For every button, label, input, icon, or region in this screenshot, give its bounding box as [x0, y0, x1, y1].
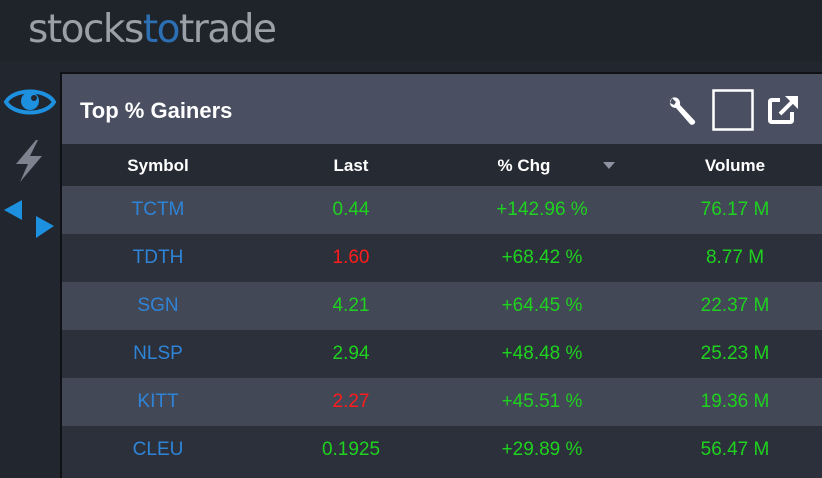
cell-volume: 76.17 M — [700, 199, 770, 220]
cell-chg: +29.89 % — [501, 439, 583, 460]
table-row[interactable]: SGN 4.21 +64.45 % 22.37 M — [62, 282, 822, 330]
cell-volume: 22.37 M — [700, 295, 770, 316]
top-bar: stockstotrade — [0, 0, 822, 62]
top-gainers-panel: Top % Gainers Symbol Last % Chg Volume T… — [60, 72, 822, 478]
cell-last: 2.27 — [332, 391, 370, 412]
eye-icon[interactable] — [0, 80, 60, 124]
panel-title: Top % Gainers — [80, 98, 233, 123]
cell-chg: +64.45 % — [501, 295, 583, 316]
cell-chg: +48.48 % — [501, 343, 583, 364]
cell-chg: +45.51 % — [501, 391, 583, 412]
cell-symbol: CLEU — [132, 439, 184, 460]
stockstotrade-logo[interactable]: stockstotrade — [28, 7, 277, 52]
cell-symbol: TDTH — [132, 247, 184, 268]
table-row[interactable]: CLEU 0.1925 +29.89 % 56.47 M — [62, 426, 822, 474]
logo-text-accent: to — [142, 7, 181, 52]
table-row[interactable]: KITT 2.27 +45.51 % 19.36 M — [62, 378, 822, 426]
logo-text-right: trade — [178, 7, 277, 52]
cell-volume: 25.23 M — [700, 343, 770, 364]
logo-text-left: stocks — [28, 7, 144, 52]
cell-symbol: NLSP — [133, 343, 183, 364]
cell-volume: 19.36 M — [700, 391, 770, 412]
table-row[interactable]: TDTH 1.60 +68.42 % 8.77 M — [62, 234, 822, 282]
cell-symbol: TCTM — [131, 199, 185, 220]
cell-last: 1.60 — [332, 247, 370, 268]
cell-volume: 8.77 M — [705, 247, 765, 268]
cell-last: 2.94 — [332, 343, 370, 364]
popout-icon[interactable] — [766, 92, 802, 128]
column-header-volume[interactable]: Volume — [705, 156, 765, 176]
sort-descending-icon[interactable] — [603, 162, 615, 169]
cell-symbol: SGN — [137, 295, 179, 316]
cell-symbol: KITT — [137, 391, 179, 412]
cell-last: 4.21 — [332, 295, 370, 316]
panel-header: Top % Gainers — [62, 74, 822, 144]
column-header-chg[interactable]: % Chg — [498, 156, 551, 176]
cell-volume: 56.47 M — [700, 439, 770, 460]
table-row[interactable]: NLSP 2.94 +48.48 % 25.23 M — [62, 330, 822, 378]
table-row[interactable]: TCTM 0.44 +142.96 % 76.17 M — [62, 186, 822, 234]
lightning-icon[interactable] — [0, 136, 60, 186]
column-header-last[interactable]: Last — [334, 156, 369, 176]
arrows-icon[interactable] — [0, 196, 60, 244]
cell-chg: +68.42 % — [501, 247, 583, 268]
table-header: Symbol Last % Chg Volume — [62, 144, 822, 186]
wrench-icon[interactable] — [666, 94, 700, 128]
cell-chg: +142.96 % — [496, 199, 588, 220]
cell-last: 0.1925 — [321, 439, 381, 460]
sidebar — [0, 62, 60, 478]
cell-last: 0.44 — [332, 199, 370, 220]
column-header-symbol[interactable]: Symbol — [127, 156, 188, 176]
maximize-icon[interactable] — [712, 89, 754, 131]
